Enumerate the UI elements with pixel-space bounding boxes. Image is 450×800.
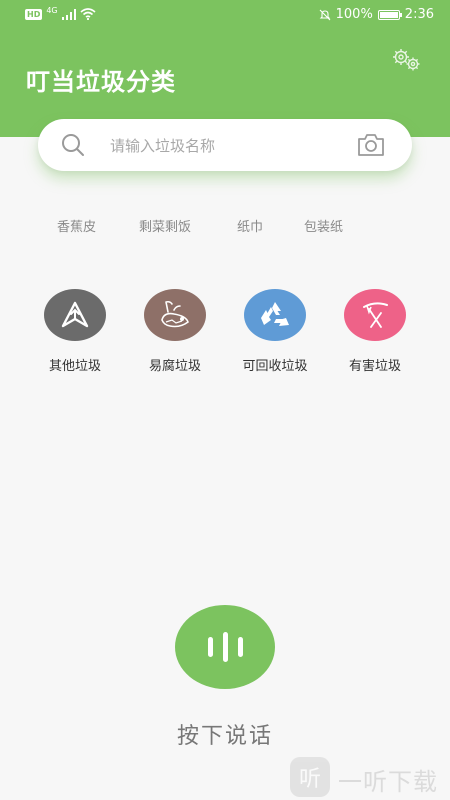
- wifi-icon: [80, 8, 96, 20]
- signal-icon: [61, 8, 76, 20]
- category-hazardous[interactable]: 有害垃圾: [325, 289, 425, 374]
- battery-level-fill: [379, 11, 398, 18]
- hot-tag[interactable]: 香蕉皮: [57, 216, 96, 235]
- hot-tag[interactable]: 纸巾: [237, 216, 263, 235]
- status-bar: HD 4G 100% 2:36: [0, 0, 450, 30]
- category-label: 易腐垃圾: [148, 359, 201, 374]
- voice-wave-bar: [222, 632, 228, 662]
- category-icon-circle: [44, 289, 106, 341]
- search-input[interactable]: [108, 131, 342, 161]
- network-type: 4G: [46, 5, 58, 15]
- hot-tag[interactable]: 包装纸: [304, 216, 343, 235]
- category-icon-circle: [244, 289, 306, 341]
- category-label: 可回收垃圾: [242, 359, 308, 374]
- voice-wave-bar: [237, 637, 243, 657]
- category-other-waste[interactable]: 其他垃圾: [25, 289, 125, 374]
- mute-bell-icon: [319, 9, 331, 20]
- hot-search-tags: 香蕉皮 剩菜剩饭 纸巾 包装纸: [0, 212, 450, 238]
- page-title: 叮当垃圾分类: [26, 68, 176, 96]
- category-food-waste[interactable]: 易腐垃圾: [125, 289, 225, 374]
- watermark-logo: 听: [290, 757, 330, 797]
- search-icon[interactable]: [60, 132, 86, 158]
- app-header: HD 4G 100% 2:36 叮当垃圾分类: [0, 0, 450, 137]
- voice-input-button[interactable]: [175, 605, 275, 689]
- category-label: 有害垃圾: [348, 359, 401, 374]
- voice-wave-bar: [207, 637, 213, 657]
- category-icon-circle: [144, 289, 206, 341]
- voice-label: 按下说话: [176, 724, 273, 749]
- status-left: HD 4G: [25, 5, 96, 20]
- category-label: 其他垃圾: [48, 359, 101, 374]
- other-waste-icon: [61, 301, 89, 328]
- battery-percent: 100%: [335, 7, 373, 22]
- gear-icon: [393, 49, 420, 71]
- recycle-icon: [261, 302, 289, 326]
- settings-button[interactable]: [390, 45, 424, 75]
- search-bar: [38, 119, 412, 171]
- hazardous-waste-icon: [363, 302, 388, 328]
- camera-button[interactable]: [356, 131, 386, 159]
- hot-tag[interactable]: 剩菜剩饭: [139, 216, 191, 235]
- hd-badge: HD: [25, 8, 43, 20]
- battery-icon: [377, 9, 402, 20]
- watermark-text: 一听下载: [338, 768, 438, 796]
- status-right: 100% 2:36: [319, 7, 434, 22]
- category-icon-circle: [344, 289, 406, 341]
- food-waste-icon: [161, 300, 189, 328]
- camera-icon: [358, 134, 384, 156]
- category-recyclable[interactable]: 可回收垃圾: [225, 289, 325, 374]
- status-time: 2:36: [404, 7, 434, 22]
- watermark: 听 一听下载: [290, 755, 450, 800]
